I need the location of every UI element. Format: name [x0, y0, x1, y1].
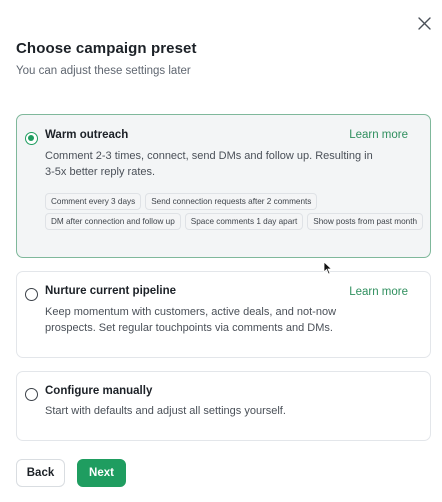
dialog-subtitle: You can adjust these settings later [16, 65, 191, 77]
preset-title: Nurture current pipeline [45, 285, 176, 297]
tag-post-age: Show posts from past month [307, 213, 424, 230]
radio-nurture-pipeline[interactable] [25, 288, 38, 301]
tag-dm-follow-up: DM after connection and follow up [45, 213, 181, 230]
preset-title: Configure manually [45, 385, 153, 397]
tag-connection-requests: Send connection requests after 2 comment… [145, 193, 318, 210]
preset-description: Keep momentum with customers, active dea… [45, 306, 337, 334]
dialog-title: Choose campaign preset [16, 40, 197, 57]
preset-card-configure-manually[interactable]: Configure manually Start with defaults a… [16, 371, 431, 441]
close-icon[interactable] [418, 17, 436, 35]
learn-more-link[interactable]: Learn more [349, 286, 408, 298]
preset-tags: Comment every 3 days Send connection req… [45, 193, 425, 230]
tag-comment-frequency: Comment every 3 days [45, 193, 142, 210]
radio-warm-outreach[interactable] [25, 132, 38, 145]
preset-card-nurture-pipeline[interactable]: Nurture current pipeline Learn more Keep… [16, 271, 431, 358]
back-button[interactable]: Back [16, 459, 65, 487]
preset-description: Comment 2-3 times, connect, send DMs and… [45, 150, 373, 178]
radio-configure-manually[interactable] [25, 388, 38, 401]
preset-description: Start with defaults and adjust all setti… [45, 405, 286, 417]
mouse-cursor-icon [323, 261, 333, 275]
preset-card-warm-outreach[interactable]: Warm outreach Learn more Comment 2-3 tim… [16, 114, 431, 258]
learn-more-link[interactable]: Learn more [349, 129, 408, 141]
tag-comment-spacing: Space comments 1 day apart [184, 213, 304, 230]
next-button[interactable]: Next [77, 459, 126, 487]
preset-title: Warm outreach [45, 129, 129, 141]
